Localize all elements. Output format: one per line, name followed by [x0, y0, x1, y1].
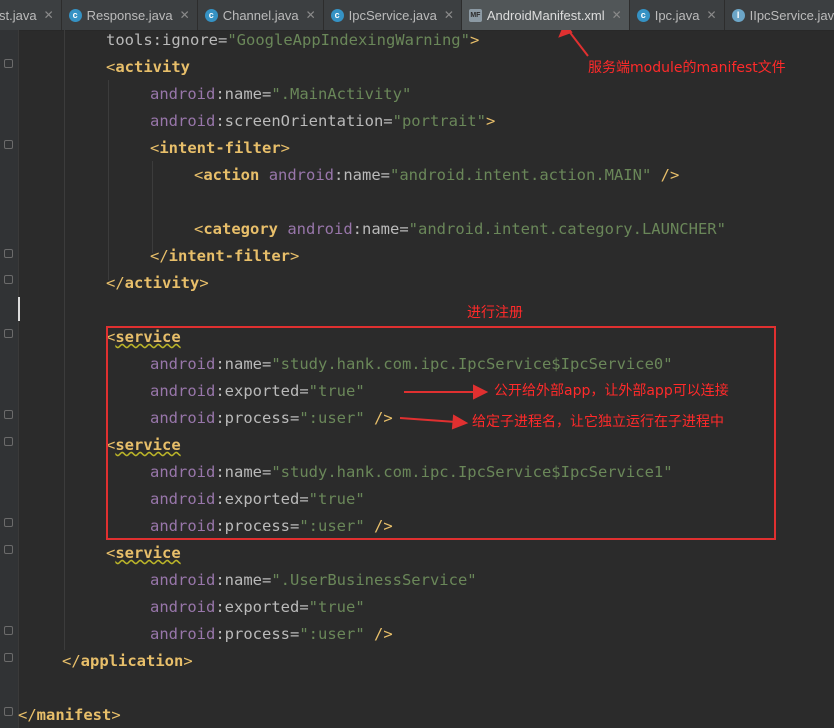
- editor-tab-bar: st.java ✕ c Response.java ✕ c Channel.ja…: [0, 0, 834, 31]
- tab-channel-java[interactable]: c Channel.java ✕: [198, 0, 324, 30]
- tab-ipcservice-java[interactable]: c IpcService.java ✕: [324, 0, 462, 30]
- tab-label: AndroidManifest.xml: [486, 7, 605, 23]
- arrow-head: [473, 384, 489, 400]
- arrow-head: [558, 30, 573, 38]
- tab-label: Response.java: [86, 7, 173, 23]
- close-icon[interactable]: ✕: [444, 8, 454, 22]
- tab-st-java[interactable]: st.java ✕: [0, 0, 62, 30]
- tab-ipc-java[interactable]: c Ipc.java ✕: [630, 0, 725, 30]
- xml-file-icon: MF: [468, 8, 482, 22]
- close-icon[interactable]: ✕: [612, 8, 622, 22]
- close-icon[interactable]: ✕: [707, 8, 717, 22]
- close-icon[interactable]: ✕: [44, 8, 54, 22]
- close-icon[interactable]: ✕: [306, 8, 316, 22]
- interface-icon: I: [731, 8, 745, 22]
- close-icon[interactable]: ✕: [180, 8, 190, 22]
- code-editor[interactable]: tools:ignore="GoogleAppIndexingWarning">…: [0, 30, 834, 728]
- tab-label: IIpcService.java: [749, 7, 834, 23]
- class-icon: c: [204, 8, 218, 22]
- class-icon: c: [68, 8, 82, 22]
- tab-iipcservice-java[interactable]: I IIpcService.java: [725, 0, 834, 30]
- tab-label: IpcService.java: [348, 7, 437, 23]
- tab-response-java[interactable]: c Response.java ✕: [62, 0, 198, 30]
- tab-label: Ipc.java: [654, 7, 700, 23]
- arrow-head: [451, 414, 469, 430]
- arrow-line: [399, 417, 457, 423]
- class-icon: c: [636, 8, 650, 22]
- tab-label: Channel.java: [222, 7, 299, 23]
- tab-label: st.java: [0, 7, 37, 23]
- tab-androidmanifest-xml[interactable]: MF AndroidManifest.xml ✕: [461, 0, 630, 30]
- class-icon: c: [330, 8, 344, 22]
- annotation-arrows: [399, 30, 589, 430]
